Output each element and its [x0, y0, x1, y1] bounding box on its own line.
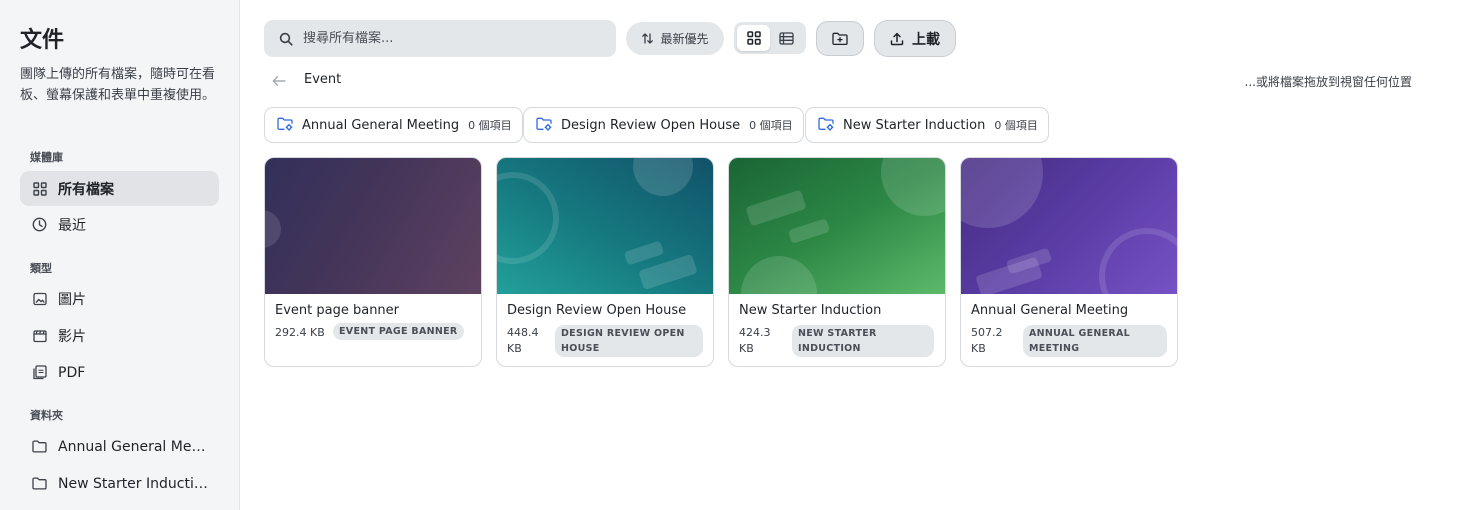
folder-gear-icon: [818, 117, 834, 133]
folder-gear-icon: [277, 117, 293, 133]
sort-button[interactable]: 最新優先: [626, 22, 724, 55]
sidebar-item-label: PDF: [58, 364, 86, 381]
file-size: 292.4 KB: [275, 326, 325, 339]
sidebar-item-recent[interactable]: 最近: [20, 207, 219, 242]
page-title: 文件: [20, 28, 65, 53]
sidebar-item-label: 圖片: [58, 291, 86, 308]
file-card-design-review-open-house[interactable]: Design Review Open House 448.4 KB DESIGN …: [496, 157, 714, 367]
sidebar-item-videos[interactable]: 影片: [20, 318, 219, 353]
file-card-annual-general-meeting[interactable]: Annual General Meeting 507.2 KB ANNUAL GE…: [960, 157, 1178, 367]
sidebar-item-pdf[interactable]: PDF: [20, 355, 219, 390]
file-thumbnail: [729, 158, 945, 294]
back-button[interactable]: [270, 72, 288, 90]
file-title: Event page banner: [275, 303, 400, 318]
folder-icon: [32, 439, 47, 454]
upload-button[interactable]: 上載: [874, 20, 956, 57]
folder-gear-icon: [536, 117, 552, 133]
file-card-event-page-banner[interactable]: Event page banner 292.4 KB EVENT PAGE BA…: [264, 157, 482, 367]
file-thumbnail: [265, 158, 481, 294]
film-icon: [32, 328, 47, 343]
folder-chip-name: New Starter Induction: [843, 117, 986, 133]
file-title: Annual General Meeting: [971, 303, 1129, 318]
sort-label: 最新優先: [660, 32, 709, 46]
section-label-library: 媒體庫: [30, 151, 63, 164]
file-tag: ANNUAL GENERAL MEETING: [1023, 325, 1167, 357]
sidebar-item-all-files[interactable]: 所有檔案: [20, 171, 219, 206]
folder-chip-count: 0 個項目: [468, 119, 512, 132]
new-folder-button[interactable]: [816, 21, 864, 56]
folder-chip-count: 0 個項目: [994, 119, 1038, 132]
sort-arrows-icon: [641, 32, 654, 45]
page-description: 團隊上傳的所有檔案，隨時可在看板、螢幕保護和表單中重複使用。: [20, 67, 216, 103]
file-title: New Starter Induction: [739, 303, 882, 318]
folder-chip-annual-general-meeting[interactable]: Annual General Meeting 0 個項目: [264, 107, 523, 143]
file-size: 448.4 KB: [507, 326, 539, 355]
file-size: 507.2 KB: [971, 326, 1003, 355]
pdf-icon: [32, 365, 47, 380]
list-icon: [779, 31, 794, 45]
sidebar-item-label: 所有檔案: [58, 181, 114, 198]
sidebar-item-label: New Starter Induction: [58, 475, 208, 492]
image-icon: [32, 291, 47, 306]
search-bar: [264, 20, 616, 57]
section-label-types: 類型: [30, 262, 52, 275]
file-size: 424.3 KB: [739, 326, 771, 355]
drop-hint: ...或將檔案拖放到視窗任何位置: [1244, 75, 1412, 89]
sidebar-item-folder-annual-general-meeting[interactable]: Annual General Meeti...: [20, 429, 219, 464]
file-tag: DESIGN REVIEW OPEN HOUSE: [555, 325, 703, 357]
sidebar-item-label: 影片: [58, 328, 86, 345]
section-label-folders: 資料夾: [30, 409, 63, 422]
view-toggle: [734, 22, 806, 54]
file-tag: NEW STARTER INDUCTION: [792, 325, 934, 357]
grid-icon: [32, 181, 47, 196]
breadcrumb-current: Event: [304, 72, 342, 87]
grid-view-button[interactable]: [737, 25, 770, 51]
folder-plus-icon: [832, 32, 848, 46]
folder-chip-design-review-open-house[interactable]: Design Review Open House 0 個項目: [523, 107, 804, 143]
file-thumbnail: [497, 158, 713, 294]
file-title: Design Review Open House: [507, 303, 687, 318]
clock-icon: [32, 217, 47, 232]
folder-chip-name: Annual General Meeting: [302, 117, 460, 133]
file-thumbnail: [961, 158, 1177, 294]
folder-chip-count: 0 個項目: [749, 119, 793, 132]
sidebar: 文件 團隊上傳的所有檔案，隨時可在看板、螢幕保護和表單中重複使用。 媒體庫 所有…: [0, 0, 240, 510]
sidebar-item-label: 最近: [58, 217, 86, 234]
sidebar-item-images[interactable]: 圖片: [20, 281, 219, 316]
list-view-button[interactable]: [770, 25, 803, 51]
arrow-left-icon: [272, 75, 286, 87]
search-input[interactable]: [303, 31, 593, 46]
upload-label: 上載: [912, 31, 940, 48]
search-icon: [279, 32, 293, 46]
folder-chip-name: Design Review Open House: [561, 117, 741, 133]
file-tag: EVENT PAGE BANNER: [333, 323, 464, 340]
folder-icon: [32, 476, 47, 491]
sidebar-item-label: Annual General Meeti...: [58, 438, 208, 455]
grid-icon: [746, 31, 761, 45]
upload-icon: [890, 32, 904, 46]
sidebar-item-folder-new-starter-induction[interactable]: New Starter Induction: [20, 466, 219, 501]
folder-chip-new-starter-induction[interactable]: New Starter Induction 0 個項目: [805, 107, 1049, 143]
file-card-new-starter-induction[interactable]: New Starter Induction 424.3 KB NEW STARTE…: [728, 157, 946, 367]
